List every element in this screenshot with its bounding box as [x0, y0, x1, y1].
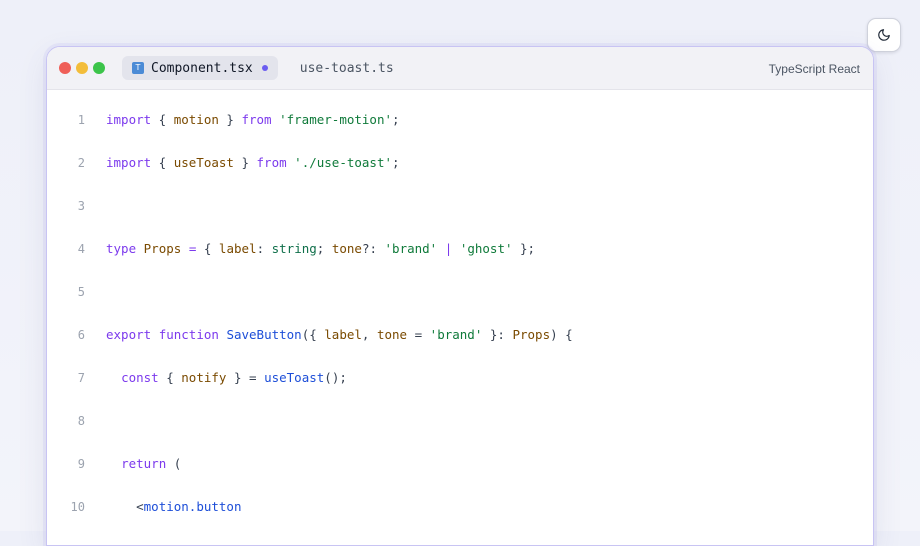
code-token: label — [324, 327, 362, 342]
code-token: import — [106, 112, 152, 127]
code-token: ) { — [550, 327, 573, 342]
code-token: < — [106, 499, 144, 514]
line-number: 8 — [77, 413, 85, 428]
code-token: { — [196, 241, 219, 256]
line-number: 10 — [70, 499, 85, 514]
code-token: string — [271, 241, 317, 256]
code-token: ; — [316, 241, 332, 256]
code-token: { — [158, 370, 182, 385]
line-source: const { notify } = useToast(); — [106, 370, 347, 385]
code-line[interactable]: 8 — [47, 399, 873, 442]
code-token: : — [256, 241, 272, 256]
code-token: 'brand' — [384, 241, 438, 256]
code-token: SaveButton — [226, 327, 302, 342]
code-token: = — [407, 327, 430, 342]
line-number: 9 — [77, 456, 85, 471]
code-token: }: — [482, 327, 513, 342]
code-token: export — [106, 327, 152, 342]
line-number: 3 — [77, 198, 85, 213]
code-token: './use-toast' — [294, 155, 393, 170]
line-number: 4 — [77, 241, 85, 256]
code-token: useToast — [264, 370, 325, 385]
code-token: const — [121, 370, 159, 385]
code-area[interactable]: 1 import { motion } from 'framer-motion';… — [47, 90, 873, 528]
line-source: <motion.button — [106, 499, 241, 514]
code-token: motion — [173, 112, 219, 127]
code-token: } — [218, 112, 242, 127]
line-source: import { motion } from 'framer-motion'; — [106, 112, 400, 127]
code-token: label — [218, 241, 257, 256]
code-token: from — [241, 112, 272, 127]
code-token: Props — [143, 241, 182, 256]
moon-icon — [878, 29, 890, 41]
code-token: ; — [392, 112, 400, 127]
line-number: 2 — [77, 155, 85, 170]
code-line[interactable]: 5 — [47, 270, 873, 313]
code-line[interactable]: 10 <motion.button — [47, 485, 873, 528]
code-token: }; — [512, 241, 536, 256]
code-line[interactable]: 1 import { motion } from 'framer-motion'; — [47, 98, 873, 141]
line-source: export function SaveButton({ label, tone… — [106, 327, 573, 342]
code-line[interactable]: 4 type Props = { label: string; tone?: 'b… — [47, 227, 873, 270]
code-token: , — [361, 327, 377, 342]
code-token: tone — [376, 327, 408, 342]
code-token: notify — [181, 370, 227, 385]
code-token: function — [158, 327, 219, 342]
code-token: motion.button — [143, 499, 242, 514]
editor-titlebar: T Component.tsx use-toast.ts TypeScript … — [47, 47, 873, 90]
code-token: Props — [512, 327, 551, 342]
tab-component-tsx[interactable]: T Component.tsx — [122, 56, 278, 80]
line-source: type Props = { label: string; tone?: 'br… — [106, 241, 535, 256]
line-number: 6 — [77, 327, 85, 342]
close-window-button[interactable] — [59, 62, 71, 74]
code-line[interactable]: 7 const { notify } = useToast(); — [47, 356, 873, 399]
code-line[interactable]: 2 import { useToast } from './use-toast'; — [47, 141, 873, 184]
code-line[interactable]: 6 export function SaveButton({ label, ton… — [47, 313, 873, 356]
tab-use-toast-ts[interactable]: use-toast.ts — [290, 56, 404, 80]
code-token: import — [106, 155, 152, 170]
code-token: } = — [226, 370, 265, 385]
line-number: 7 — [77, 370, 85, 385]
tab-label: Component.tsx — [151, 60, 253, 76]
code-token: useToast — [173, 155, 234, 170]
code-token: ({ — [301, 327, 325, 342]
code-token: from — [256, 155, 287, 170]
code-token: return — [121, 456, 167, 471]
code-token: { — [151, 112, 174, 127]
editor-window: T Component.tsx use-toast.ts TypeScript … — [46, 46, 874, 546]
code-line[interactable]: 3 — [47, 184, 873, 227]
code-token: 'ghost' — [459, 241, 513, 256]
code-token: { — [151, 155, 174, 170]
code-token: 'brand' — [429, 327, 483, 342]
code-token: ; — [392, 155, 400, 170]
language-label: TypeScript React — [768, 61, 860, 76]
code-token: ?: — [361, 241, 385, 256]
code-token: } — [233, 155, 257, 170]
line-source: return ( — [106, 456, 181, 471]
maximize-window-button[interactable] — [93, 62, 105, 74]
code-token: 'framer-motion' — [279, 112, 392, 127]
code-token: tone — [331, 241, 362, 256]
language-mode-label[interactable]: TypeScript React — [769, 47, 860, 90]
line-source: import { useToast } from './use-toast'; — [106, 155, 400, 170]
line-number: 1 — [77, 112, 85, 127]
line-number: 5 — [77, 284, 85, 299]
code-token: type — [106, 241, 137, 256]
typescript-file-icon: T — [132, 62, 144, 74]
code-token: (); — [324, 370, 347, 385]
unsaved-changes-dot — [261, 65, 268, 71]
minimize-window-button[interactable] — [76, 62, 88, 74]
code-line[interactable]: 9 return ( — [47, 442, 873, 485]
tab-label: use-toast.ts — [299, 60, 394, 76]
code-token: ( — [166, 456, 182, 471]
